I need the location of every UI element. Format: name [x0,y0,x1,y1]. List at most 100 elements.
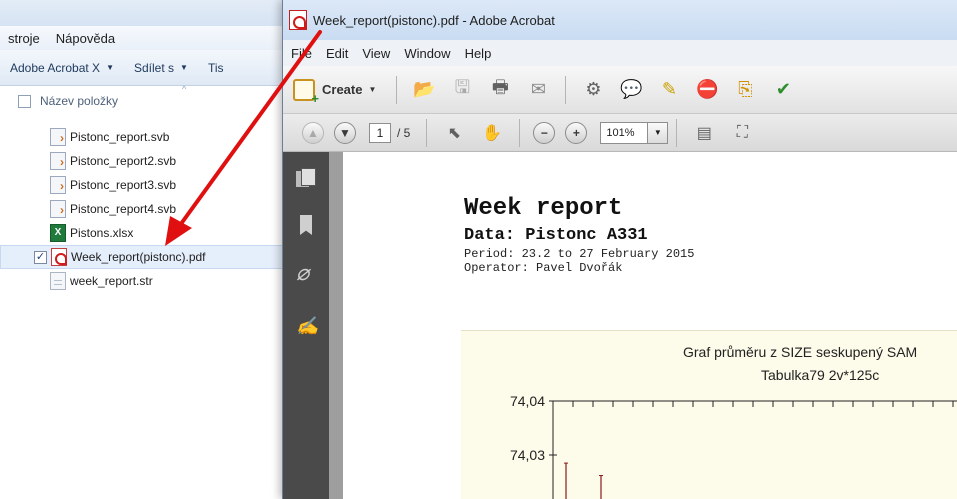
open-with-label: Adobe Acrobat X [10,60,101,75]
toolbar-separator [396,75,398,104]
svb-file-icon [50,152,66,170]
column-header-label: Název položky [40,94,119,108]
list-item[interactable]: Pistonc_report3.svb [0,173,300,197]
pdf-export-icon[interactable]: ⎘ [732,77,758,103]
print-icon[interactable]: 🖶 [487,77,513,103]
file-name: Pistons.xlsx [70,226,134,240]
bookmark-icon[interactable] [296,215,316,237]
open-with-button[interactable]: Adobe Acrobat X ▼ [0,61,124,75]
file-name: Pistonc_report3.svb [70,178,177,192]
toolbar-separator [426,118,428,147]
pdf-page: Week report Data: Pistonc A331 Period: 2… [343,152,957,499]
highlight-icon[interactable]: ✎ [656,77,682,103]
menu-help[interactable]: Nápověda [48,31,123,46]
file-name: Week_report(pistonc).pdf [71,250,206,264]
list-item[interactable]: Pistonc_report4.svb [0,197,300,221]
email-icon[interactable]: ✉ [525,77,551,103]
explorer-toolbar: Adobe Acrobat X ▼ Sdílet s ▼ Tis [0,50,300,86]
print-label: Tis [207,60,224,75]
explorer-window: stroje Nápověda Adobe Acrobat X ▼ Sdílet … [0,0,300,499]
list-item[interactable]: X Pistons.xlsx [0,221,300,245]
select-tool-icon[interactable]: ⬉ [441,120,467,146]
list-item[interactable]: Pistonc_report2.svb [0,149,300,173]
pdf-delete-icon[interactable]: ⛔ [694,77,720,103]
create-label: Create [322,82,363,97]
sort-ascending-icon: ^ [182,84,187,94]
menu-edit[interactable]: Edit [324,46,356,61]
menu-tools[interactable]: stroje [0,31,48,46]
row-checkbox[interactable]: ✓ [34,250,47,264]
explorer-title-strip [0,0,300,26]
acrobat-nav-toolbar: ▲ ▼ 1 / 5 ⬉ ✋ − + 101% ▼ ▤ ⛶ [283,114,957,152]
toolbar-separator [676,118,678,147]
str-file-icon [50,272,66,290]
select-all-checkbox[interactable] [18,94,31,108]
acrobat-menubar: File Edit View Window Help [283,40,957,66]
print-button[interactable]: Tis [198,61,234,75]
fit-width-icon[interactable]: ⛶ [729,120,755,146]
excel-file-icon: X [50,224,66,242]
column-header-name[interactable]: Název položky ^ [18,84,186,112]
file-name: Pistonc_report.svb [70,130,170,144]
share-label: Sdílet s [134,60,175,75]
menu-view[interactable]: View [360,46,398,61]
chart-title: Graf průměru z SIZE seskupený SAM [683,344,918,360]
zoom-input[interactable]: 101% [600,121,649,144]
share-button[interactable]: Sdílet s ▼ [124,61,198,75]
menu-help[interactable]: Help [463,46,500,61]
next-page-button[interactable]: ▼ [334,121,356,144]
menu-window[interactable]: Window [402,46,458,61]
navigation-pane: ⌀ ✍ [283,152,329,499]
file-name: Pistonc_report4.svb [70,202,177,216]
svb-file-icon [50,176,66,194]
acrobat-toolbar: Create ▼ 📂 🖫 🖶 ✉ ⚙ 💬 ✎ ⛔ ⎘ ✔ [283,66,957,114]
chevron-down-icon: ▼ [368,85,377,94]
comment-icon[interactable]: 💬 [618,77,644,103]
save-icon[interactable]: 🖫 [449,77,475,103]
chart-subtitle: Tabulka79 2v*125c [761,367,880,383]
page-number-input[interactable]: 1 [369,122,391,143]
svb-file-icon [50,200,66,218]
menu-file[interactable]: File [289,46,320,61]
explorer-menubar: stroje Nápověda [0,26,300,50]
toolbar-separator [519,118,521,147]
pdf-file-icon [51,248,67,266]
pdf-check-icon[interactable]: ✔ [770,77,796,103]
acrobat-title-bar: Week_report(pistonc).pdf - Adobe Acrobat [283,0,957,40]
document-period: Period: 23.2 to 27 February 2015 [464,247,695,261]
attachment-icon[interactable]: ⌀ [296,262,316,284]
chevron-down-icon: ▼ [106,63,114,72]
chart: 74,0474,0374,02 Graf průměru z SIZE sesk… [461,330,957,499]
open-folder-icon[interactable]: 📂 [411,77,437,103]
document-title: Week report [464,195,623,222]
toolbar-separator [565,75,567,104]
list-item[interactable]: week_report.str [0,269,300,293]
y-tick-label: 74,03 [510,447,545,463]
file-name: week_report.str [70,274,153,288]
page-total: / 5 [397,125,411,140]
file-list: Pistonc_report.svb Pistonc_report2.svb P… [0,125,300,293]
y-tick-label: 74,04 [510,393,545,409]
settings-gear-icon[interactable]: ⚙ [580,77,606,103]
hand-tool-icon[interactable]: ✋ [479,120,505,146]
list-item[interactable]: Pistonc_report.svb [0,125,300,149]
zoom-in-button[interactable]: + [565,121,588,144]
fit-page-icon[interactable]: ▤ [691,120,717,146]
acrobat-window: Week_report(pistonc).pdf - Adobe Acrobat… [282,0,957,499]
create-icon [293,78,319,106]
document-viewer[interactable]: Week report Data: Pistonc A331 Period: 2… [329,152,957,499]
create-button[interactable]: Create ▼ [293,78,377,106]
pdf-app-icon [289,10,307,30]
svb-file-icon [50,128,66,146]
document-operator: Operator: Pavel Dvořák [464,261,623,275]
zoom-out-button[interactable]: − [533,121,556,144]
document-data-line: Data: Pistonc A331 [464,226,648,245]
signature-icon[interactable]: ✍ [296,315,318,337]
chevron-down-icon[interactable]: ▼ [648,121,669,144]
file-name: Pistonc_report2.svb [70,154,177,168]
window-title: Week_report(pistonc).pdf - Adobe Acrobat [313,12,555,28]
chevron-down-icon: ▼ [180,63,188,72]
list-item-selected[interactable]: ✓ Week_report(pistonc).pdf [0,245,300,269]
pages-panel-icon[interactable] [296,168,316,190]
previous-page-button[interactable]: ▲ [302,121,324,144]
